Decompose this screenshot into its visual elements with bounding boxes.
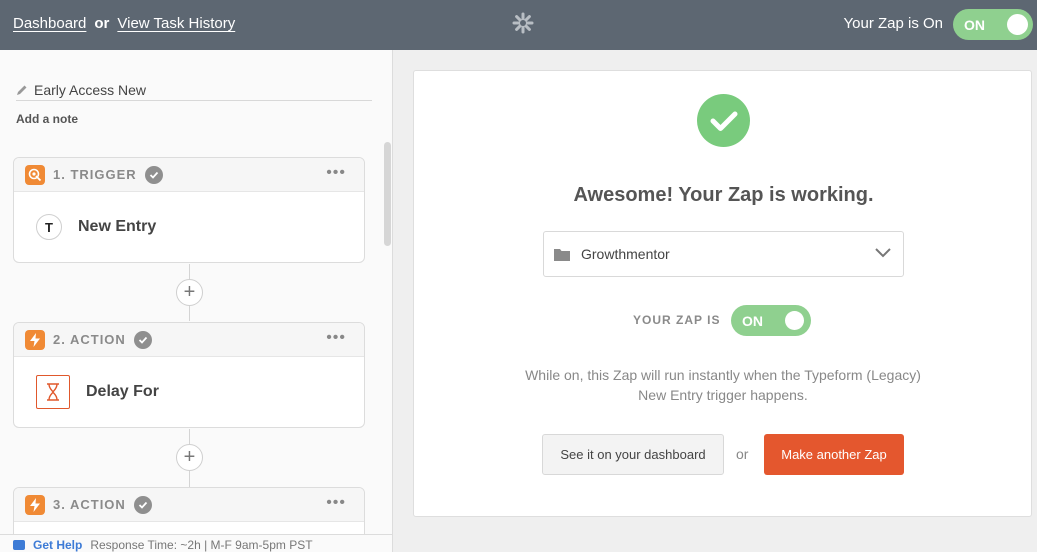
hourglass-icon	[36, 375, 70, 409]
header-nav: Dashboard or View Task History	[13, 15, 235, 32]
step-title: 2. ACTION	[53, 332, 126, 347]
step-header: 1. TRIGGER •••	[14, 158, 364, 192]
check-icon	[133, 495, 152, 514]
typeform-app-icon: T	[36, 214, 62, 240]
trigger-target-icon	[25, 164, 45, 185]
or-separator: or	[736, 446, 749, 462]
nav-separator: or	[94, 15, 110, 32]
lightning-icon	[25, 329, 45, 350]
add-step-button[interactable]: +	[176, 279, 203, 306]
folder-select-value: Growthmentor	[581, 246, 670, 262]
success-check-icon	[697, 94, 750, 147]
success-title: Awesome! Your Zap is working.	[573, 184, 874, 206]
zap-name-field[interactable]: Early Access New	[16, 79, 372, 101]
help-bar: Get Help Response Time: ~2h | M-F 9am-5p…	[0, 534, 392, 552]
zap-editor-sidebar: Early Access New Add a note 1. TRIGGER •…	[0, 50, 393, 552]
step-menu-button[interactable]: •••	[326, 329, 346, 347]
zap-toggle[interactable]: ON	[731, 305, 811, 336]
step-body: T New Entry	[14, 192, 364, 262]
toggle-label: ON	[964, 16, 985, 33]
step-menu-button[interactable]: •••	[326, 164, 346, 182]
sidebar-scrollbar[interactable]	[384, 142, 391, 246]
step-header: 2. ACTION •••	[14, 323, 364, 357]
response-time-text: Response Time: ~2h | M-F 9am-5pm PST	[90, 538, 313, 552]
main-panel: Awesome! Your Zap is working. Growthment…	[393, 50, 1037, 552]
step-header: 3. ACTION •••	[14, 488, 364, 522]
step-label: New Entry	[78, 218, 157, 235]
zapier-logo-icon[interactable]	[512, 12, 534, 34]
step-trigger[interactable]: 1. TRIGGER ••• T New Entry	[13, 157, 365, 263]
task-history-link[interactable]: View Task History	[117, 15, 235, 32]
zap-is-label: YOUR ZAP IS	[633, 313, 721, 327]
zap-on-toggle[interactable]: ON	[953, 9, 1033, 40]
check-icon	[144, 165, 163, 184]
success-card: Awesome! Your Zap is working. Growthment…	[413, 70, 1032, 517]
toggle-knob	[1007, 14, 1028, 35]
toggle-label: ON	[742, 312, 763, 329]
add-step-button[interactable]: +	[176, 444, 203, 471]
step-action-delay[interactable]: 2. ACTION ••• Delay For	[13, 322, 365, 428]
get-help-link[interactable]: Get Help	[33, 538, 82, 552]
see-dashboard-button[interactable]: See it on your dashboard	[542, 434, 724, 475]
folder-select[interactable]: Growthmentor	[543, 231, 904, 277]
make-another-zap-button[interactable]: Make another Zap	[764, 434, 904, 475]
zap-name: Early Access New	[34, 81, 147, 98]
step-title: 3. ACTION	[53, 497, 126, 512]
step-title: 1. TRIGGER	[53, 167, 137, 182]
zap-description: While on, this Zap will run instantly wh…	[525, 367, 921, 403]
top-bar: Dashboard or View Task History Your Zap …	[0, 0, 1037, 50]
dashboard-link[interactable]: Dashboard	[13, 15, 86, 32]
chat-icon	[13, 540, 25, 550]
zap-status-text: Your Zap is On	[843, 15, 944, 32]
folder-icon	[554, 248, 570, 261]
pencil-icon	[17, 85, 27, 95]
step-menu-button[interactable]: •••	[326, 494, 346, 512]
add-note-link[interactable]: Add a note	[16, 112, 78, 126]
chevron-down-icon	[875, 248, 891, 258]
step-label: Delay For	[86, 383, 159, 400]
lightning-icon	[25, 494, 45, 515]
toggle-knob	[785, 311, 804, 330]
step-body: Delay For	[14, 357, 364, 427]
check-icon	[133, 330, 152, 349]
